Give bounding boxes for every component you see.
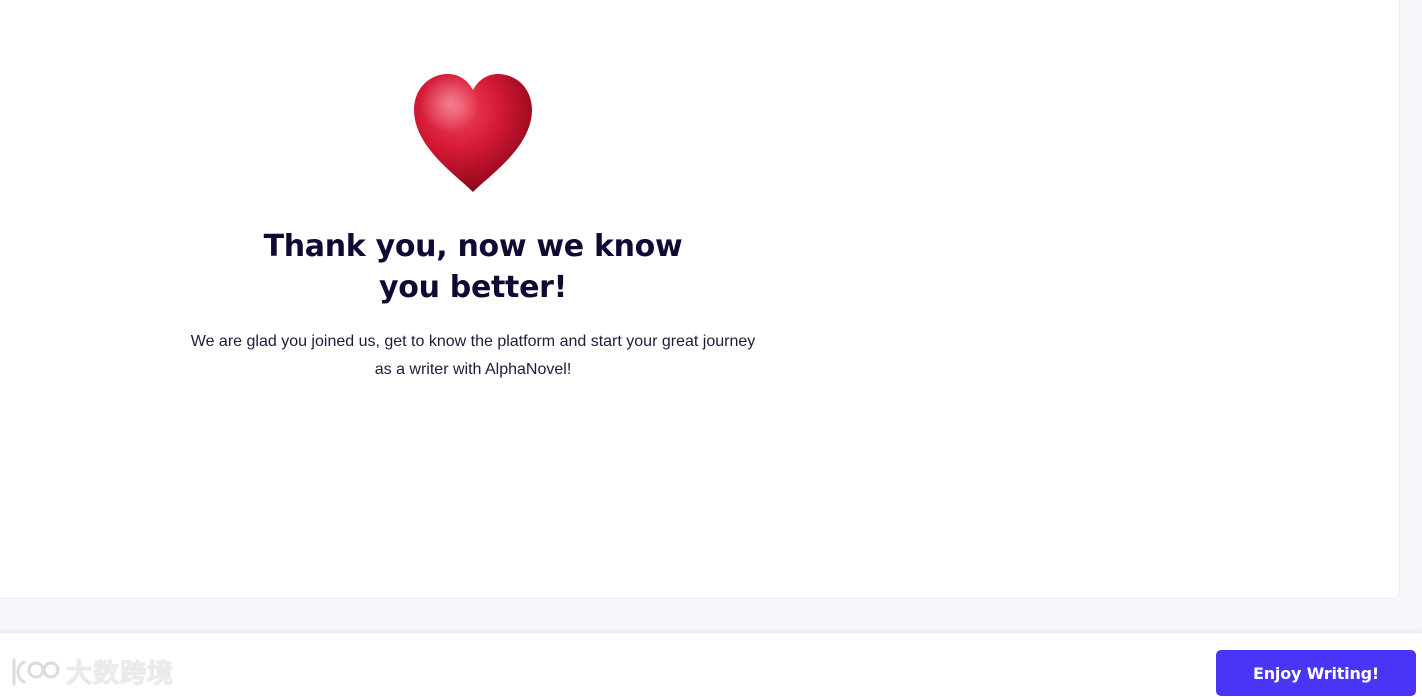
onboarding-card: Thank you, now we know you better! We ar… xyxy=(0,0,1400,599)
success-content: Thank you, now we know you better! We ar… xyxy=(188,68,758,384)
success-title: Thank you, now we know you better! xyxy=(263,229,683,305)
watermark-logo: 大数跨境 xyxy=(8,651,174,691)
heart-icon xyxy=(414,74,532,192)
watermark-icon xyxy=(12,658,60,686)
footer-bar: 大数跨境 Enjoy Writing! xyxy=(0,632,1422,697)
enjoy-writing-button[interactable]: Enjoy Writing! xyxy=(1216,650,1416,696)
success-message: We are glad you joined us, get to know t… xyxy=(190,333,756,378)
watermark-text: 大数跨境 xyxy=(65,658,175,689)
